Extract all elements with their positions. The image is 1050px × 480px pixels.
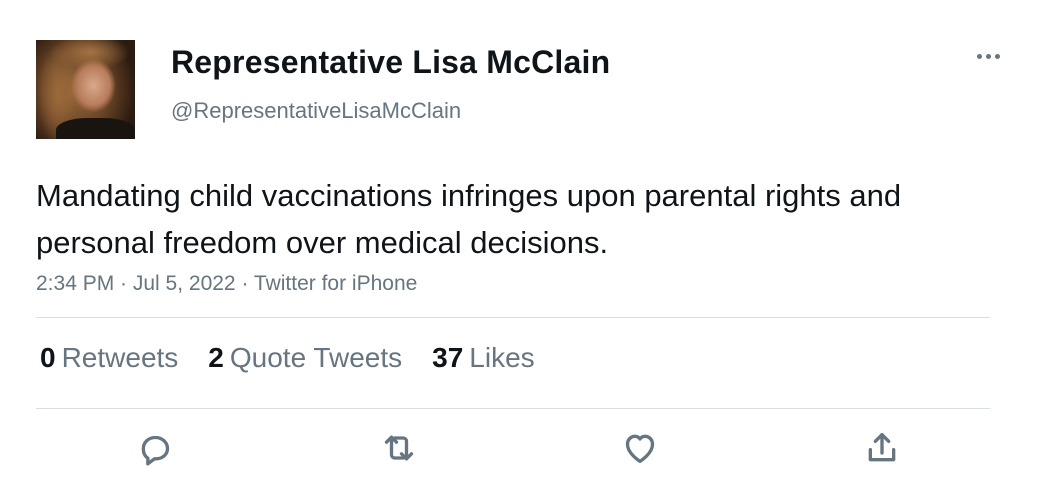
tweet-text: Mandating child vaccinations infringes u… (36, 178, 902, 260)
share-button[interactable] (860, 426, 904, 470)
quote-tweets-stat[interactable]: 2 Quote Tweets (208, 342, 402, 374)
retweets-label: Retweets (61, 342, 179, 373)
divider (36, 408, 990, 409)
action-bar (0, 426, 1050, 476)
share-icon (868, 433, 896, 462)
heart-icon (625, 434, 655, 463)
more-horizontal-icon (994, 53, 1000, 59)
quote-tweets-label: Quote Tweets (229, 342, 403, 373)
reply-button[interactable] (133, 426, 177, 470)
divider (36, 317, 990, 318)
like-button[interactable] (618, 426, 662, 470)
tweet-meta[interactable]: 2:34 PM · Jul 5, 2022 · Twitter for iPho… (36, 272, 417, 296)
avatar[interactable] (36, 40, 135, 139)
author-handle[interactable]: @RepresentativeLisaMcClain (171, 98, 461, 124)
avatar-shirt (56, 118, 135, 139)
retweets-count: 0 (40, 342, 56, 373)
tweet-card: Representative Lisa McClain @Representat… (0, 0, 1050, 480)
reply-icon (141, 435, 170, 466)
likes-label: Likes (469, 342, 535, 373)
more-horizontal-icon (985, 53, 991, 59)
retweet-button[interactable] (377, 426, 421, 470)
more-horizontal-icon (976, 53, 982, 59)
more-options-button[interactable] (970, 42, 1006, 70)
author-display-name[interactable]: Representative Lisa McClain (171, 44, 610, 81)
likes-count: 37 (432, 342, 464, 373)
quote-tweets-count: 2 (208, 342, 224, 373)
likes-stat[interactable]: 37 Likes (432, 342, 535, 374)
retweet-icon (384, 435, 414, 461)
retweets-stat[interactable]: 0 Retweets (40, 342, 178, 374)
tweet-stats: 0 Retweets 2 Quote Tweets 37 Likes (40, 342, 535, 374)
